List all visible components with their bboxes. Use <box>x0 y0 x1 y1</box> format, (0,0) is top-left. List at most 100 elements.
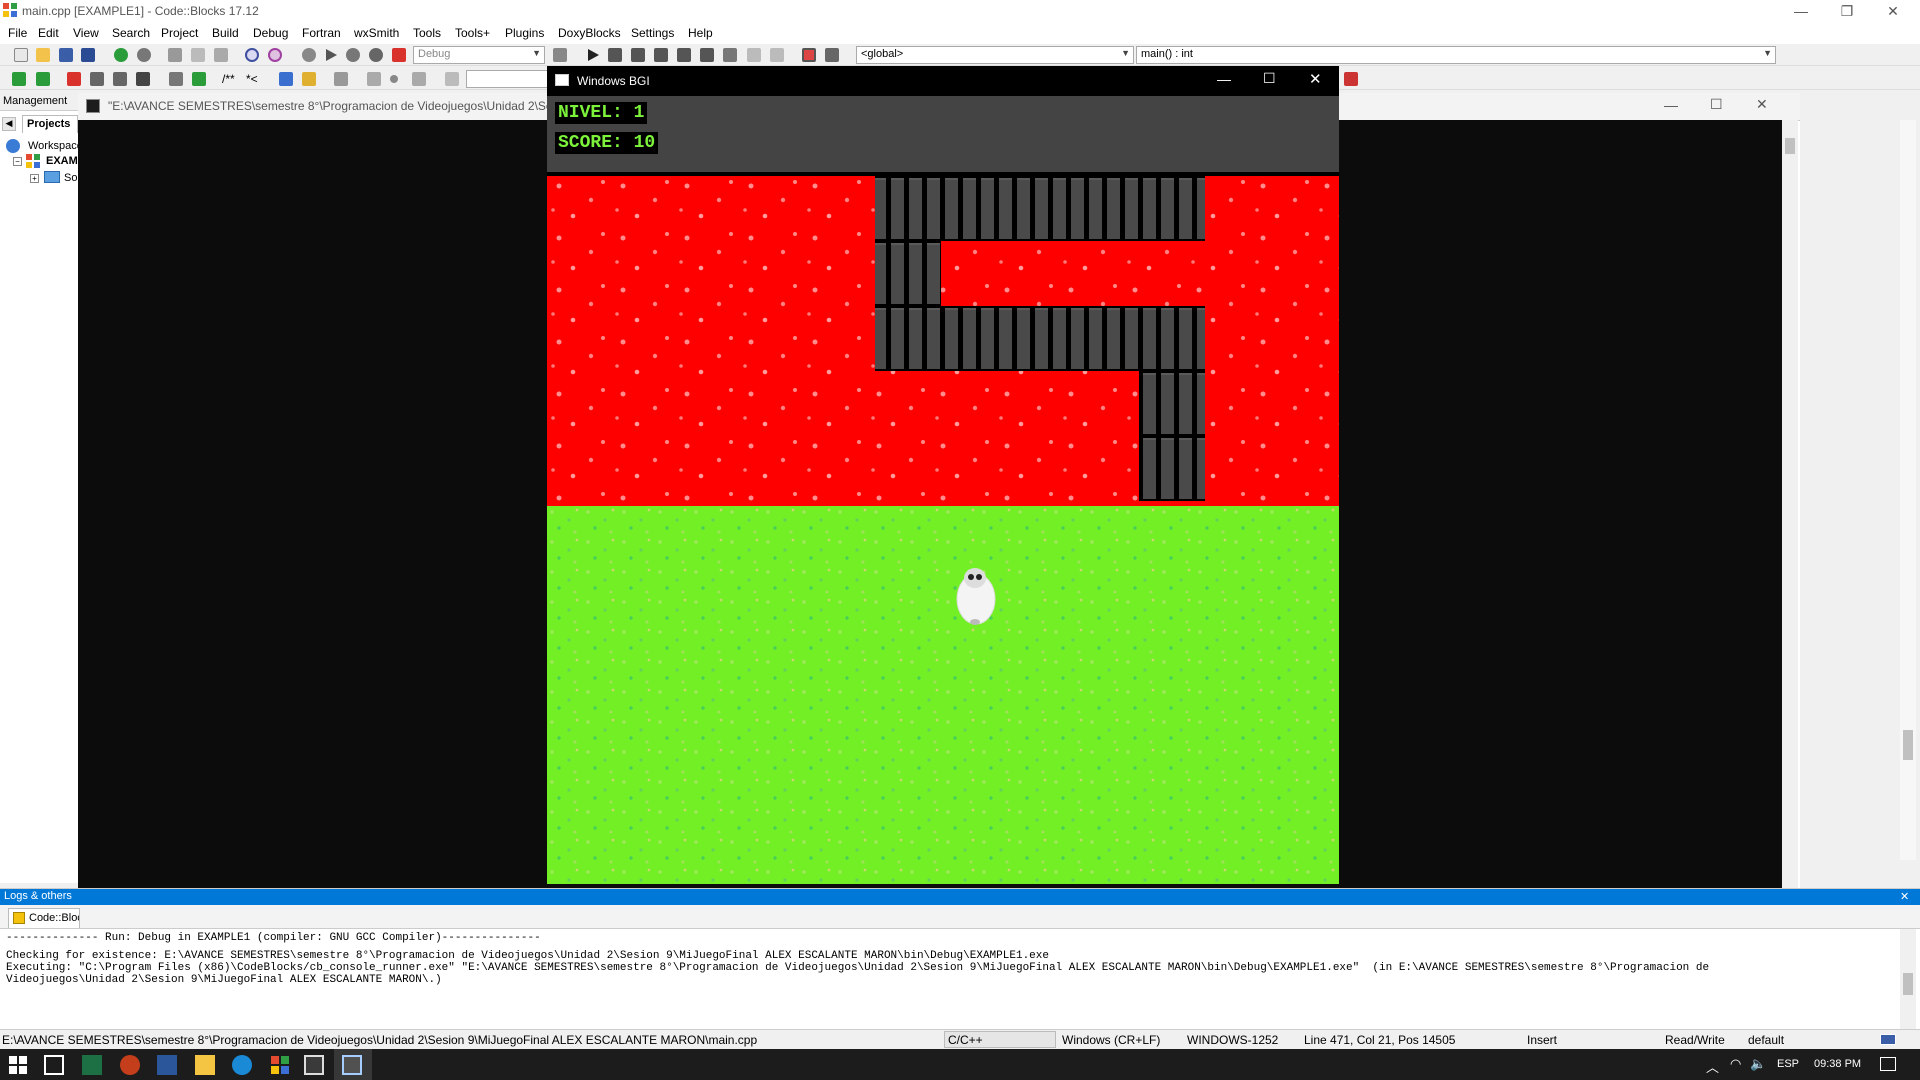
bgi-minimize-button[interactable]: — <box>1217 71 1231 87</box>
word-icon[interactable] <box>157 1055 177 1075</box>
copy-icon[interactable] <box>191 48 205 62</box>
tab-scroll-left-icon[interactable]: ◀ <box>2 117 16 131</box>
notifications-icon[interactable] <box>1880 1057 1896 1071</box>
menu-project[interactable]: Project <box>161 26 198 40</box>
expand-icon[interactable]: − <box>13 157 22 166</box>
expand-sources-icon[interactable]: + <box>30 174 39 183</box>
menu-settings[interactable]: Settings <box>631 26 674 40</box>
console-minimize-button[interactable]: — <box>1664 97 1678 113</box>
menu-build[interactable]: Build <box>212 26 239 40</box>
next-instruction-icon[interactable] <box>700 48 714 62</box>
menu-doxyblocks[interactable]: DoxyBlocks <box>558 26 621 40</box>
redo-icon[interactable] <box>137 48 151 62</box>
incremental-search-input[interactable] <box>466 70 550 88</box>
minimize-button[interactable]: — <box>1778 0 1824 24</box>
console-task-icon[interactable] <box>304 1055 324 1075</box>
tab-projects[interactable]: Projects <box>22 115 78 133</box>
wrench-icon[interactable] <box>334 72 348 86</box>
close-button[interactable]: ✕ <box>1870 0 1916 24</box>
input-language[interactable]: ESP <box>1777 1058 1799 1070</box>
clock[interactable]: 09:38 PM <box>1814 1058 1861 1070</box>
debug-windows-icon[interactable] <box>802 48 816 62</box>
console-scrollbar[interactable] <box>1782 120 1798 937</box>
step-out-icon[interactable] <box>677 48 691 62</box>
logs-close-icon[interactable]: ✕ <box>1900 890 1909 903</box>
abort-icon[interactable] <box>392 48 406 62</box>
log-scrollbar[interactable] <box>1900 929 1916 1030</box>
tool-wrench-red-icon[interactable] <box>1344 72 1358 86</box>
menu-debug[interactable]: Debug <box>253 26 288 40</box>
file-explorer-icon[interactable] <box>195 1055 215 1075</box>
tree-project[interactable]: EXAMPLE1 <box>46 155 80 167</box>
excel-icon[interactable] <box>82 1055 102 1075</box>
editor-scrollbar[interactable] <box>1900 120 1916 860</box>
console-close-button[interactable]: ✕ <box>1756 96 1768 113</box>
build-target-select[interactable]: Debug ▼ <box>413 46 545 64</box>
next-line-icon[interactable] <box>631 48 645 62</box>
editor-scroll-thumb[interactable] <box>1903 730 1913 760</box>
bookmark-next-icon[interactable] <box>113 72 127 86</box>
pause-icon[interactable] <box>747 48 761 62</box>
bgi-maximize-button[interactable]: ☐ <box>1263 70 1276 87</box>
jump-dot-icon[interactable] <box>390 75 398 83</box>
menu-fortran[interactable]: Fortran <box>302 26 341 40</box>
menu-search[interactable]: Search <box>112 26 150 40</box>
incremental-search-icon[interactable] <box>445 72 459 86</box>
paste-icon[interactable] <box>214 48 228 62</box>
doxy-block-comment[interactable]: /** <box>222 72 235 86</box>
new-file-icon[interactable] <box>14 48 28 62</box>
windows-start-icon[interactable] <box>8 1055 28 1075</box>
scroll-thumb[interactable] <box>1785 138 1795 154</box>
debug-run-icon[interactable] <box>586 48 600 62</box>
cut-icon[interactable] <box>168 48 182 62</box>
show-hidden-icons-icon[interactable]: ︿ <box>1706 1057 1719 1076</box>
wifi-icon[interactable]: ◠ <box>1730 1056 1741 1072</box>
menu-tools[interactable]: Tools <box>413 26 441 40</box>
restore-button[interactable]: ❐ <box>1824 0 1870 24</box>
undo-icon[interactable] <box>114 48 128 62</box>
jump-forward-icon[interactable] <box>412 72 426 86</box>
menu-view[interactable]: View <box>73 26 99 40</box>
doxy-wizard-icon[interactable] <box>169 72 183 86</box>
volume-icon[interactable]: 🔈 <box>1750 1056 1766 1072</box>
log-scroll-thumb[interactable] <box>1903 973 1913 995</box>
tab-codeblocks-log[interactable]: Code::Blocks <box>8 908 80 928</box>
menu-file[interactable]: File <box>8 26 27 40</box>
rebuild-icon[interactable] <box>369 48 383 62</box>
scope-select[interactable]: <global> ▼ <box>856 46 1134 64</box>
doxy-extract-icon[interactable] <box>192 72 206 86</box>
powerpoint-icon[interactable] <box>120 1055 140 1075</box>
jump-back-icon[interactable] <box>367 72 381 86</box>
save-all-icon[interactable] <box>81 48 95 62</box>
doxy-html-icon[interactable] <box>279 72 293 86</box>
back-arrow-icon[interactable] <box>12 72 26 86</box>
run-to-cursor-icon[interactable] <box>608 48 622 62</box>
bookmark-prev-icon[interactable] <box>90 72 104 86</box>
build-and-run-icon[interactable] <box>346 48 360 62</box>
function-select[interactable]: main() : int ▼ <box>1136 46 1776 64</box>
step-into-icon[interactable] <box>654 48 668 62</box>
edge-icon[interactable] <box>232 1055 252 1075</box>
game-canvas[interactable] <box>547 176 1339 884</box>
debug-window-icon[interactable] <box>553 48 567 62</box>
bookmark-toggle-icon[interactable] <box>67 72 81 86</box>
debug-info-icon[interactable] <box>825 48 839 62</box>
menu-tools-plus[interactable]: Tools+ <box>455 26 490 40</box>
tree-workspace[interactable]: Workspace <box>28 140 78 152</box>
menu-plugins[interactable]: Plugins <box>505 26 544 40</box>
save-icon[interactable] <box>59 48 73 62</box>
menu-help[interactable]: Help <box>688 26 713 40</box>
stop-debug-icon[interactable] <box>770 48 784 62</box>
menu-edit[interactable]: Edit <box>38 26 59 40</box>
task-view-icon[interactable] <box>44 1055 64 1075</box>
console-maximize-button[interactable]: ☐ <box>1710 96 1723 113</box>
doxy-chm-icon[interactable] <box>302 72 316 86</box>
find-icon[interactable] <box>245 48 259 62</box>
menu-wxsmith[interactable]: wxSmith <box>354 26 399 40</box>
run-icon[interactable] <box>324 48 338 62</box>
doxy-line-comment[interactable]: *< <box>246 72 258 86</box>
bgi-close-button[interactable]: ✕ <box>1309 70 1322 88</box>
build-gear-icon[interactable] <box>302 48 316 62</box>
forward-arrow-icon[interactable] <box>36 72 50 86</box>
codeblocks-task-icon[interactable] <box>270 1055 290 1075</box>
